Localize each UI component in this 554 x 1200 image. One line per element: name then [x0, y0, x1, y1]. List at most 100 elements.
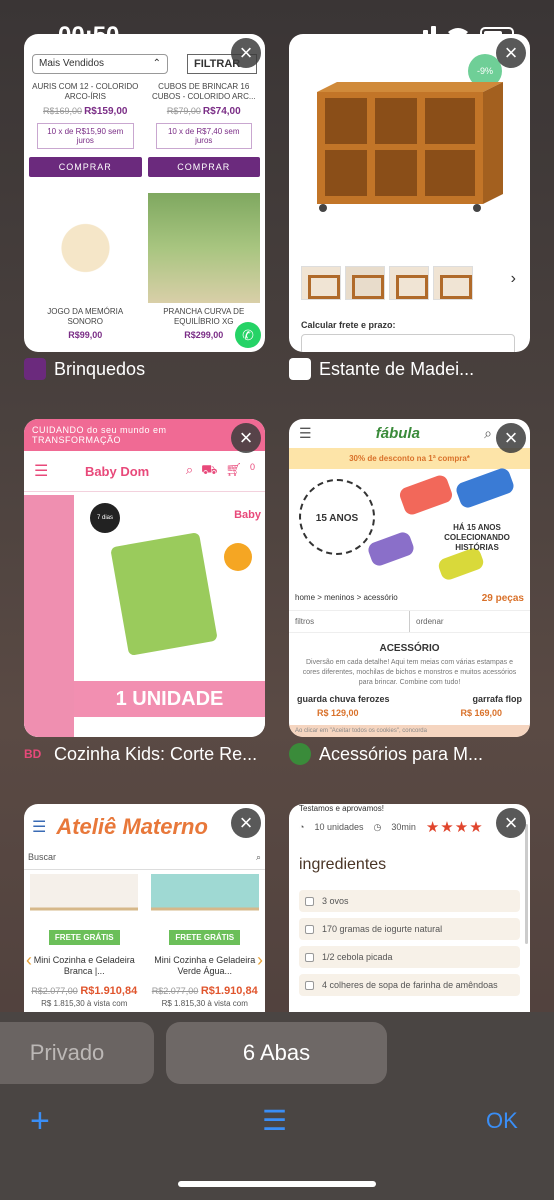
tab-list-icon[interactable]: ☰: [262, 1104, 287, 1137]
close-tab-button[interactable]: ×: [496, 423, 526, 453]
badge: 7 dias: [90, 503, 120, 533]
prep-time: 30min: [391, 822, 416, 832]
close-tab-button[interactable]: ×: [231, 38, 261, 68]
breadcrumb[interactable]: home > meninos > acessório: [295, 593, 398, 604]
brand-tag: Baby: [234, 509, 261, 521]
new-tab-icon[interactable]: +: [30, 1102, 50, 1141]
thumbnail[interactable]: [433, 266, 473, 300]
checkbox[interactable]: [305, 980, 314, 990]
tab-preview[interactable]: -9% › Calcular frete e prazo:: [289, 34, 530, 352]
done-button[interactable]: OK: [486, 1108, 518, 1134]
search-placeholder: Buscar: [28, 852, 57, 862]
search-icon[interactable]: ⌕: [186, 462, 193, 480]
close-tab-button[interactable]: ×: [496, 38, 526, 68]
product-card[interactable]: FRETE GRÁTIS Mini Cozinha e Geladeira Ve…: [150, 874, 259, 1008]
product-image: [150, 874, 259, 922]
scrollbar[interactable]: [525, 824, 528, 944]
price: R$159,00: [84, 106, 128, 117]
price: R$74,00: [202, 106, 241, 117]
checkbox[interactable]: [305, 896, 314, 906]
cookie-banner: Ao clicar em "Aceitar todos os cookies",…: [289, 725, 530, 737]
promo-banner: CUIDANDO do seu mundo em TRANSFORMAÇÃO: [24, 419, 265, 451]
whatsapp-icon[interactable]: ✆: [235, 322, 261, 348]
menu-icon[interactable]: ☰: [299, 425, 312, 442]
shipping-input[interactable]: [301, 334, 515, 352]
free-shipping-badge: FRETE GRÁTIS: [169, 930, 241, 945]
checkbox[interactable]: [305, 952, 314, 962]
product-name: JOGO DA MEMÓRIA SONORO: [47, 307, 124, 326]
thumbnail[interactable]: [301, 266, 341, 300]
thumbnail[interactable]: [389, 266, 429, 300]
product-card[interactable]: JOGO DA MEMÓRIA SONORO R$99,00: [29, 181, 142, 340]
product-card[interactable]: CUBOS DE BRINCAR 16 CUBOS - COLORIDO ARC…: [147, 82, 260, 177]
price: R$99,00: [68, 330, 103, 340]
ingredient-item[interactable]: 170 gramas de iogurte natural: [299, 918, 520, 940]
thumbnail[interactable]: [345, 266, 385, 300]
ingredient-text: 4 colheres de sopa de farinha de amêndoa…: [322, 980, 498, 990]
home-indicator: [178, 1181, 376, 1187]
tab-label: Acessórios para M...: [289, 743, 530, 765]
filters-button[interactable]: filtros: [289, 611, 410, 632]
product-name[interactable]: garrafa flop: [472, 694, 522, 704]
site-logo[interactable]: Baby Dom: [85, 464, 149, 479]
product-image: [29, 193, 142, 303]
private-tab-group[interactable]: Privado: [0, 1022, 154, 1084]
ingredient-item[interactable]: 3 ovos: [299, 890, 520, 912]
favicon-icon: BD: [24, 747, 42, 761]
search-field[interactable]: Buscar ⌕: [24, 846, 265, 870]
search-icon[interactable]: ⌕: [484, 425, 492, 442]
shelf-image: [317, 82, 503, 212]
ingredient-text: 3 ovos: [322, 896, 349, 906]
cart-icon[interactable]: 🛒︎: [225, 462, 242, 480]
promo-banner: 30% de desconto na 1ª compra*: [289, 448, 530, 469]
tab-title: Estante de Madei...: [319, 358, 475, 379]
tab-label: Estante de Madei...: [289, 358, 530, 380]
ingredient-text: 1/2 cebola picada: [322, 952, 393, 962]
price: R$ 169,00: [460, 708, 502, 718]
cash-price: R$ 1.815,30 à vista com: [41, 999, 128, 1008]
price: R$1.910,84: [80, 985, 138, 997]
buy-button[interactable]: COMPRAR: [29, 157, 142, 177]
close-tab-button[interactable]: ×: [231, 423, 261, 453]
sort-button[interactable]: ordenar: [410, 611, 530, 632]
chevron-icon: ⌃: [152, 58, 161, 69]
clock-icon: ◷: [373, 821, 382, 832]
buy-button[interactable]: COMPRAR: [147, 157, 260, 177]
product-card[interactable]: FRETE GRÁTIS Mini Cozinha e Geladeira Br…: [30, 874, 139, 1008]
tab-title: Brinquedos: [54, 358, 146, 379]
ingredient-item[interactable]: 4 colheres de sopa de farinha de amêndoa…: [299, 974, 520, 996]
favicon-icon: [24, 358, 46, 380]
tab-preview[interactable]: ☰ fábula ⌕ 30% de desconto na 1ª compra*…: [289, 419, 530, 737]
item-count: 29 peças: [481, 593, 524, 604]
price: R$1.910,84: [200, 985, 258, 997]
product-card[interactable]: PRANCHA CURVA DE EQUILÍBRIO XG R$299,00: [147, 181, 260, 340]
product-card[interactable]: AURIS COM 12 - COLORIDO ARCO-ÍRIS R$169,…: [29, 82, 142, 177]
chevron-right-icon[interactable]: ›: [511, 270, 516, 288]
close-tab-button[interactable]: ×: [496, 808, 526, 838]
favicon-icon: [289, 743, 311, 765]
site-logo[interactable]: fábula: [376, 425, 420, 442]
price: R$ 129,00: [317, 708, 359, 718]
truck-icon[interactable]: ⛟: [201, 462, 217, 480]
tab-preview[interactable]: CUIDANDO do seu mundo em TRANSFORMAÇÃO ☰…: [24, 419, 265, 737]
site-logo[interactable]: Ateliê Materno: [56, 814, 208, 840]
tab-label: BD Cozinha Kids: Corte Re...: [24, 743, 265, 765]
checkbox[interactable]: [305, 924, 314, 934]
hero-image: 15 ANOS HÁ 15 ANOS COLECIONANDO HISTÓRIA…: [289, 466, 530, 587]
chevron-right-icon[interactable]: ›: [257, 950, 263, 971]
tab-preview[interactable]: Mais Vendidos ⌃ FILTRAR AURIS COM 12 - CO…: [24, 34, 265, 352]
close-tab-button[interactable]: ×: [231, 808, 261, 838]
shipping-label: Calcular frete e prazo:: [301, 320, 396, 330]
search-icon[interactable]: ⌕: [256, 852, 261, 863]
ingredient-item[interactable]: 1/2 cebola picada: [299, 946, 520, 968]
thumbnail-strip: [301, 266, 473, 300]
product-name[interactable]: guarda chuva ferozes: [297, 694, 390, 704]
tab-group-selector[interactable]: 6 Abas: [166, 1022, 387, 1084]
menu-icon[interactable]: ☰: [34, 461, 48, 481]
chevron-left-icon[interactable]: ‹: [26, 950, 32, 971]
free-shipping-badge: FRETE GRÁTIS: [48, 930, 120, 945]
sort-select[interactable]: Mais Vendidos ⌃: [32, 54, 168, 74]
unit-label: 1 UNIDADE: [74, 681, 265, 717]
cash-price: R$ 1.815,30 à vista com: [161, 999, 248, 1008]
menu-icon[interactable]: ☰: [32, 817, 46, 837]
